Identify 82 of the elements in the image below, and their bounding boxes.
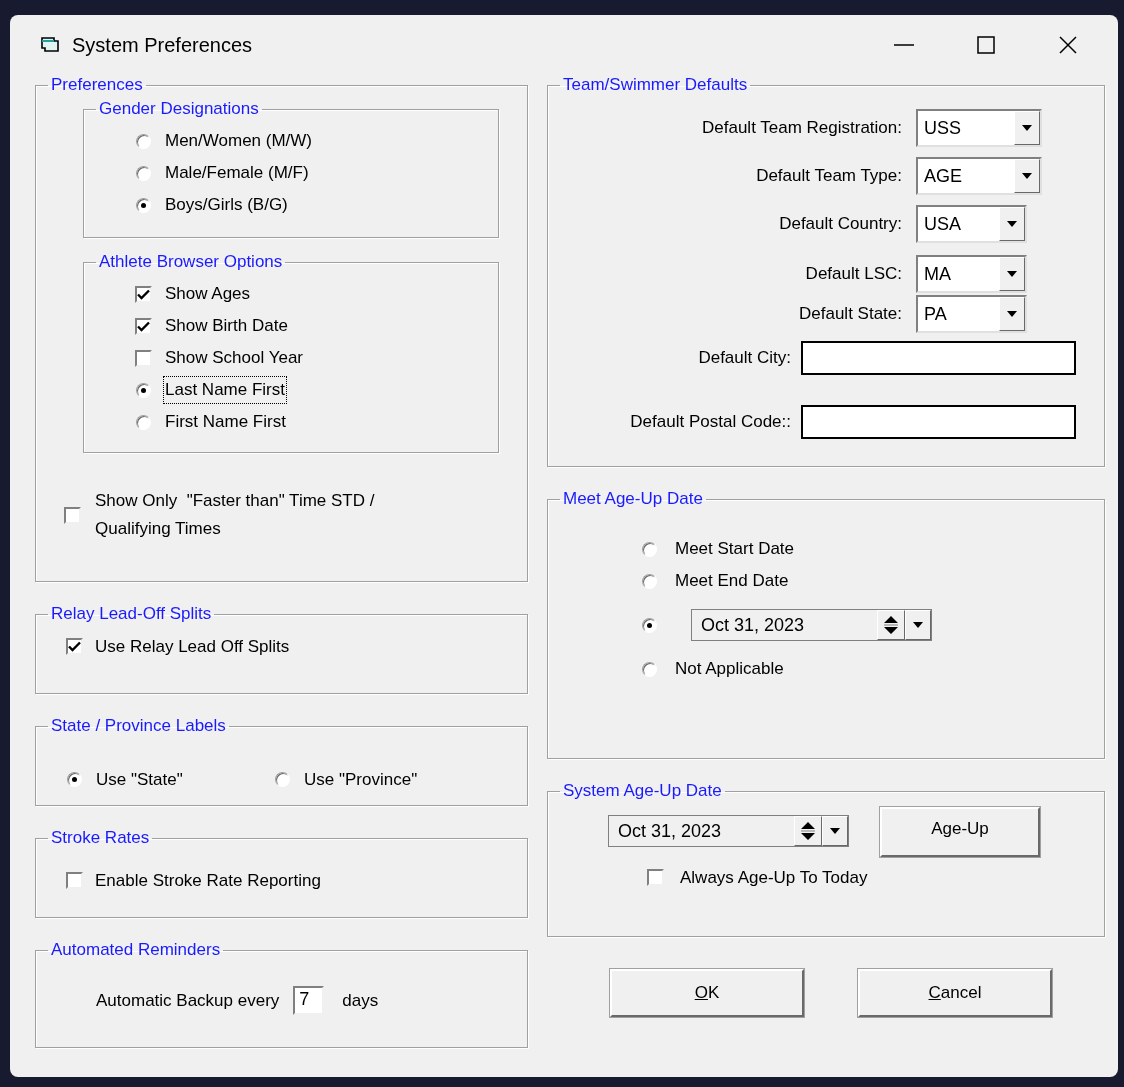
checkbox-label: Use Relay Lead Off Splits — [95, 636, 290, 658]
maximize-icon[interactable] — [977, 36, 995, 54]
dropdown-button[interactable] — [1014, 159, 1040, 193]
dropdown-button[interactable] — [999, 297, 1025, 331]
dropdown[interactable]: PA — [916, 295, 1027, 333]
radio-label: Meet End Date — [675, 570, 789, 593]
field-label: Default Team Registration: — [701, 117, 903, 140]
checkbox[interactable] — [66, 872, 83, 890]
dropdown-button[interactable] — [822, 816, 848, 846]
radio-label: Use "Province" — [304, 769, 418, 791]
group-title: Meet Age-Up Date — [562, 489, 704, 509]
text-input[interactable] — [801, 341, 1076, 375]
field-label: Default Team Type: — [755, 165, 903, 188]
caret-icon — [1007, 311, 1017, 317]
group-title: Stroke Rates — [50, 828, 151, 848]
caret-icon — [1022, 125, 1032, 131]
radio-button[interactable] — [67, 772, 82, 788]
caret-icon — [1007, 221, 1017, 227]
dropdown[interactable]: USA — [916, 205, 1027, 243]
field-label: Default LSC: — [804, 263, 903, 286]
field-label: Default Postal Code:: — [629, 411, 792, 434]
radio-button[interactable] — [642, 541, 657, 557]
spin-icon[interactable] — [794, 816, 822, 846]
radio-button[interactable] — [275, 772, 290, 788]
field-label: Default City: — [697, 347, 792, 370]
age-up-button[interactable]: Age-Up — [880, 807, 1040, 857]
date-picker[interactable]: Oct 31, 2023 — [608, 815, 849, 847]
app-icon — [40, 36, 60, 54]
field-label: Default Country: — [778, 213, 903, 236]
radio-button[interactable] — [136, 197, 151, 213]
radio-label: Last Name First — [164, 377, 286, 403]
dropdown-button[interactable] — [999, 207, 1025, 241]
group-title: Team/Swimmer Defaults — [562, 75, 749, 95]
spin-icon[interactable] — [877, 610, 905, 640]
checkbox[interactable] — [135, 349, 152, 367]
checkbox-label: Enable Stroke Rate Reporting — [95, 870, 321, 892]
group-title: Relay Lead-Off Splits — [50, 604, 213, 624]
group-title: System Age-Up Date — [562, 781, 723, 801]
days-input[interactable]: 7 — [293, 986, 325, 1015]
checkbox[interactable] — [647, 869, 664, 887]
radio-label: First Name First — [164, 411, 287, 434]
dropdown[interactable]: MA — [916, 255, 1027, 293]
radio-label: Not Applicable — [675, 658, 784, 681]
group-title: Preferences — [50, 75, 144, 95]
checkbox[interactable] — [64, 506, 81, 524]
radio-button[interactable] — [642, 617, 657, 633]
checkbox-label: Show Ages — [165, 283, 251, 306]
checkbox-label: Show Birth Date — [165, 315, 288, 338]
dropdown[interactable]: AGE — [916, 157, 1042, 195]
date-picker[interactable]: Oct 31, 2023 — [691, 609, 932, 641]
dropdown[interactable]: USS — [916, 109, 1042, 147]
checkbox[interactable] — [135, 285, 152, 303]
window-title: System Preferences — [72, 33, 253, 58]
group-title: Gender Designations — [98, 99, 260, 119]
radio-button[interactable] — [136, 414, 151, 430]
group-title: Automated Reminders — [50, 940, 222, 960]
radio-label: Use "State" — [96, 769, 183, 791]
caret-icon — [830, 828, 840, 834]
backup-label: Automatic Backup every — [96, 989, 280, 1012]
text-input[interactable] — [801, 405, 1076, 439]
radio-label: Men/Women (M/W) — [165, 130, 313, 153]
radio-label: Male/Female (M/F) — [165, 162, 309, 185]
checkbox-label: Show Only "Faster than" Time STD / Qualifying Times — [95, 490, 376, 540]
checkbox-label: Always Age-Up To Today — [680, 867, 868, 889]
group-title: Athlete Browser Options — [98, 252, 284, 272]
checkbox-label: Show School Year — [165, 347, 303, 370]
radio-label: Meet Start Date — [675, 538, 795, 561]
dialog-button[interactable]: Cancel — [858, 969, 1052, 1017]
caret-icon — [1007, 271, 1017, 277]
close-icon[interactable] — [1059, 36, 1077, 54]
caret-icon — [1022, 173, 1032, 179]
days-label: days — [342, 989, 379, 1012]
radio-label: Boys/Girls (B/G) — [165, 194, 288, 217]
group-title: State / Province Labels — [50, 716, 227, 736]
dropdown-button[interactable] — [905, 610, 931, 640]
field-label: Default State: — [798, 303, 903, 326]
checkbox[interactable] — [66, 638, 83, 656]
dropdown-button[interactable] — [1014, 111, 1040, 145]
caret-icon — [913, 622, 923, 628]
checkbox[interactable] — [135, 317, 152, 335]
dialog-button[interactable]: OK — [610, 969, 804, 1017]
dropdown-button[interactable] — [999, 257, 1025, 291]
